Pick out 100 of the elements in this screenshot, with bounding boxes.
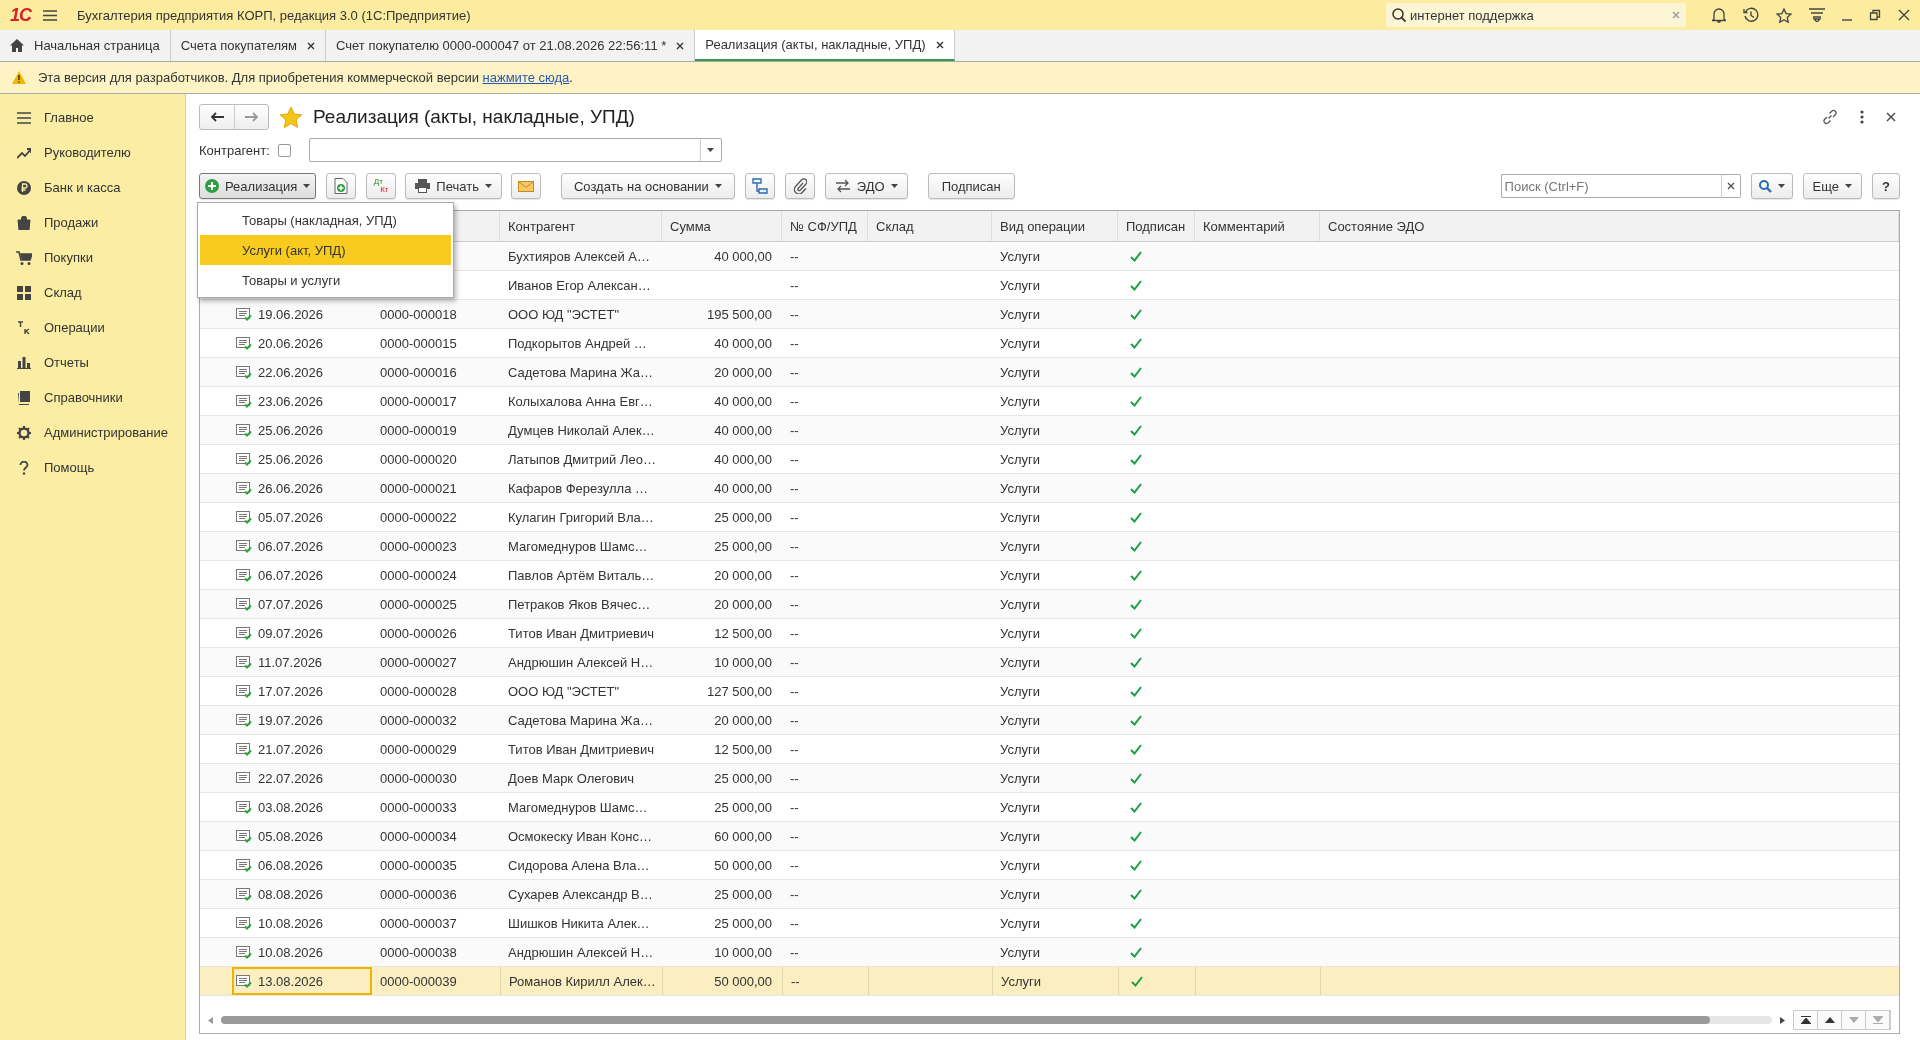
document-icon [236,539,252,553]
signed-button[interactable]: Подписан [927,173,1015,199]
scroll-right-icon [1780,1016,1785,1024]
close-icon [676,41,685,50]
table-cell: Услуги [1000,509,1040,525]
column-header[interactable]: Склад [868,211,992,241]
table-cell: -- [790,364,799,380]
last-icon [1872,1016,1883,1024]
copy-button[interactable] [326,173,357,199]
create-based-on-button[interactable]: Создать на основании [560,173,735,199]
table-row[interactable]: 19.07.2026 0000-000032 Садетова Марина Жа… 20 000,00 -- Услуги [200,706,1899,735]
table-cell: 25 000,00 [714,799,772,815]
table-cell: -- [790,306,799,322]
column-header[interactable]: № СФ/УПД [782,211,868,241]
debit-credit-button[interactable]: Дт Кт [366,173,397,199]
table-row[interactable]: 05.08.2026 0000-000034 Осмокеску Иван Конс… 60 000,00 -- Услуги [200,822,1899,851]
filter-menu-icon [1809,8,1825,22]
menu-item[interactable]: Услуги (акт, УПД) [200,235,451,265]
sidebar-item[interactable]: Продажи [0,205,185,240]
sidebar-item[interactable]: Операции [0,310,185,345]
checkmark-icon [1130,946,1142,958]
notice-text: Эта версия для разработчиков. Для приобретения коммерческой версии нажмите сюда. [38,70,573,85]
more-button[interactable]: Еще [1802,173,1863,199]
sidebar-item[interactable]: Покупки [0,240,185,275]
column-header[interactable]: Подписан [1118,211,1195,241]
column-header[interactable]: Комментарий [1195,211,1320,241]
create-button[interactable]: Реализация [199,173,317,199]
table-cell: 0000-000016 [380,364,457,380]
table-row[interactable]: 10.08.2026 0000-000038 Андрюшин Алексей Н… 10 000,00 -- Услуги [200,938,1899,967]
table-row[interactable]: 11.07.2026 0000-000027 Андрюшин Алексей Н… 10 000,00 -- Услуги [200,648,1899,677]
table-row[interactable]: 07.07.2026 0000-000025 Петраков Яков Вячес… 20 000,00 -- Услуги [200,590,1899,619]
column-header[interactable]: Сумма [662,211,782,241]
table-cell: Услуги [1000,944,1040,960]
scrollbar[interactable] [221,1016,1772,1024]
edo-button[interactable]: ЭДО [824,173,908,199]
tab[interactable]: Реализация (акты, накладные, УПД) [695,30,955,61]
page-up-button[interactable] [1818,1011,1842,1029]
table-cell: 22.06.2026 [258,364,324,380]
menu-item[interactable]: Товары (накладная, УПД) [200,205,451,235]
checkmark-icon [1130,772,1142,784]
caret-icon [303,184,311,188]
sidebar-item[interactable]: Банк и касса [0,170,185,205]
sidebar-item[interactable]: Склад [0,275,185,310]
structure-button[interactable] [744,173,775,199]
sidebar-item[interactable]: Отчеты [0,345,185,380]
checkmark-icon [1130,917,1142,929]
tab[interactable]: Счета покупателям [170,30,327,61]
table-row[interactable]: 22.06.2026 0000-000016 Садетова Марина Жа… 20 000,00 -- Услуги [200,358,1899,387]
sidebar-item[interactable]: Справочники [0,380,185,415]
checkmark-icon [1130,801,1142,813]
table-cell: 20 000,00 [714,596,772,612]
checkbox[interactable] [277,143,291,157]
checkmark-icon [1130,743,1142,755]
table-row[interactable]: 06.07.2026 0000-000023 Магомеднуров Шамс… 25 000,00 -- Услуги [200,532,1899,561]
search-field[interactable]: Поиск (Ctrl+F) [1500,174,1721,198]
table-row[interactable]: 19.06.2026 0000-000018 ООО ЮД "ЭСТЕТ" 195 500,00 -- Услуги [200,300,1899,329]
sidebar-item[interactable]: Главное [0,100,185,135]
checkmark-icon [1130,685,1142,697]
print-button[interactable]: Печать [405,173,502,199]
table-cell: 0000-000018 [380,306,457,322]
document-icon [236,655,252,669]
sidebar-item[interactable]: Руководителю [0,135,185,170]
checkmark-icon [1130,830,1142,842]
column-header[interactable]: Контрагент [500,211,662,241]
search-button[interactable] [1750,173,1793,199]
table-row[interactable]: 13.08.2026 0000-000039 Романов Кирилл Алек… 50 000,00 -- Услуги [200,967,1899,996]
table-cell: -- [790,335,799,351]
more-icon [1860,110,1864,124]
table-row[interactable]: 25.06.2026 0000-000019 Думцев Николай Алек… 40 000,00 -- Услуги [200,416,1899,445]
counterparty-field[interactable] [308,138,722,162]
table-cell: Павлов Артём Виталь… [508,567,655,583]
table-cell: Латыпов Дмитрий Лео… [508,451,656,467]
table-cell: 23.06.2026 [258,393,324,409]
checkmark-icon [1130,540,1142,552]
table-row[interactable]: 22.07.2026 0000-000030 Доев Марк Олегович 25 000,00 -- Услуги [200,764,1899,793]
table-cell: 0000-000026 [380,625,457,641]
first-page-button[interactable] [1794,1011,1818,1029]
tab[interactable]: Начальная страница [0,30,171,61]
sidebar-item[interactable]: Администрирование [0,415,185,450]
column-header[interactable]: Вид операции [992,211,1118,241]
document-icon [236,394,252,408]
clear-button[interactable] [1720,174,1741,198]
table-cell: 40 000,00 [714,248,772,264]
email-button[interactable] [510,173,541,199]
close-icon [1898,9,1910,21]
table-row[interactable]: 26.06.2026 0000-000021 Кафаров Ферезулла … 40 000,00 -- Услуги [200,474,1899,503]
column-header[interactable]: Состояние ЭДО [1320,211,1899,241]
sidebar-item[interactable]: Помощь [0,450,185,485]
table-row[interactable]: 08.08.2026 0000-000036 Сухарев Александр В… 25 000,00 -- Услуги [200,880,1899,909]
attach-button[interactable] [784,173,815,199]
table-cell: Титов Иван Дмитриевич [508,625,654,641]
search-field[interactable]: интернет поддержка [1386,3,1686,27]
checkmark-icon [1130,482,1142,494]
last-page-button[interactable] [1866,1011,1890,1029]
table-cell: Андрюшин Алексей Н… [508,654,654,670]
help-icon [19,460,29,475]
checkmark-icon [1130,453,1142,465]
table-cell: -- [790,277,799,293]
table-cell: ООО ЮД "ЭСТЕТ" [508,683,619,699]
help-button[interactable]: ? [1872,173,1900,199]
